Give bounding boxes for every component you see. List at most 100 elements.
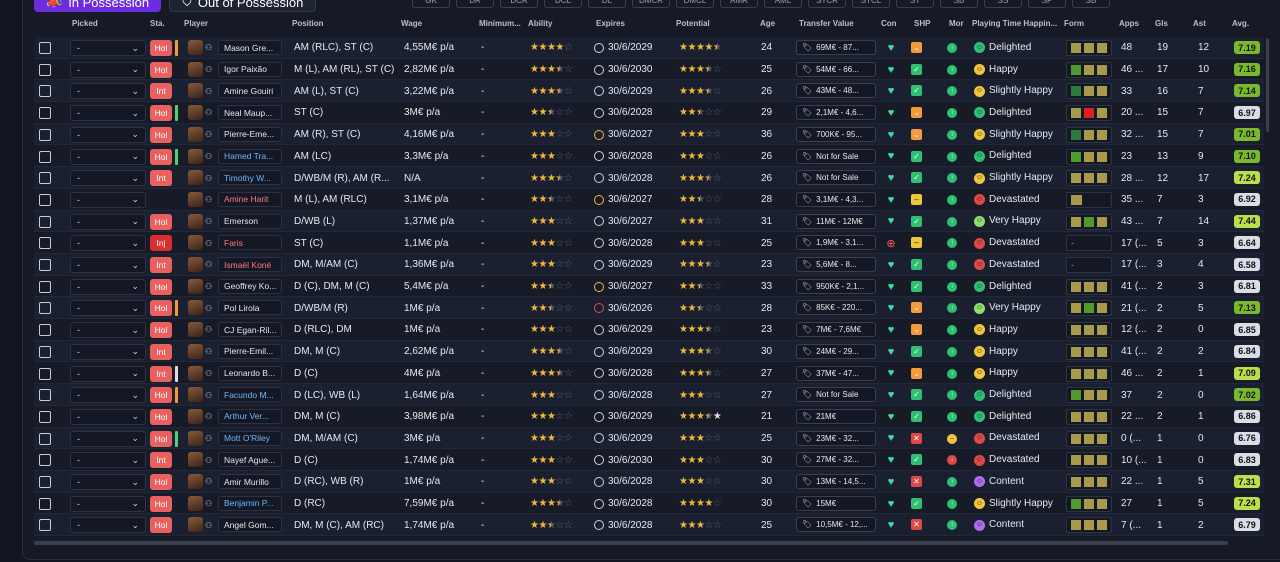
horizontal-scrollbar[interactable] <box>34 541 1228 545</box>
position-filter-chip[interactable]: STCL <box>852 0 890 8</box>
table-row[interactable]: - ⌄ Hol ⚇ Mott O'Riley DM, M/AM (C) 3M€ p/a - ★ ★… <box>34 427 1264 450</box>
player-name-link[interactable]: Igor Paixão <box>218 61 282 77</box>
player-name-link[interactable]: Mott O'Riley <box>218 430 282 446</box>
table-row[interactable]: - ⌄ Hol ⚇ Arthur Ver... DM, M (C) 3,98M€ p/a - ★… <box>34 405 1264 428</box>
transfer-value-pill[interactable]: 🏷 950K€ - 2,1... <box>796 278 876 294</box>
row-checkbox[interactable] <box>39 519 51 532</box>
player-name-link[interactable]: Timothy W... <box>218 170 282 186</box>
picked-dropdown[interactable]: - ⌄ <box>70 517 146 534</box>
player-name-link[interactable]: Angel Gom... <box>218 517 282 533</box>
player-name-link[interactable]: CJ Egan-Ril... <box>218 322 282 338</box>
table-row[interactable]: - ⌄ Hol ⚇ Hamed Tra... AM (LC) 3,3M€ p/a - ★ ★ ★ ☆ ☆… <box>34 145 1264 168</box>
transfer-value-pill[interactable]: 🏷 3,1M€ - 4,3... <box>796 191 876 207</box>
position-filter-chip[interactable]: DCL <box>544 0 582 8</box>
transfer-value-pill[interactable]: 🏷 24M€ - 29... <box>796 343 876 359</box>
row-checkbox[interactable] <box>39 367 51 380</box>
row-checkbox[interactable] <box>39 345 51 358</box>
player-name-link[interactable]: Ismaël Koné <box>218 257 282 272</box>
vertical-scrollbar[interactable] <box>1266 38 1269 132</box>
col-gls[interactable]: Gls <box>1155 19 1168 28</box>
position-filter-chip[interactable]: DMCR <box>632 0 670 8</box>
table-row[interactable]: - ⌄ Hol ⚇ Pierre-Eme... AM (R), ST (C) 4,16M€ … <box>34 123 1264 146</box>
row-checkbox[interactable] <box>39 172 51 185</box>
transfer-value-pill[interactable]: 🏷 15M€ <box>796 495 876 511</box>
picked-dropdown[interactable]: - ⌄ <box>70 343 146 360</box>
picked-dropdown[interactable]: - ⌄ <box>70 430 146 447</box>
col-ability[interactable]: Ability <box>528 19 552 28</box>
transfer-value-pill[interactable]: 🏷 Not for Sale <box>796 170 876 186</box>
col-form[interactable]: Form <box>1064 19 1084 28</box>
row-checkbox[interactable] <box>39 85 51 98</box>
table-row[interactable]: - ⌄ Hol ⚇ Mason Gre... AM (RLC), ST (C) 4,55M€… <box>34 37 1264 59</box>
table-row[interactable]: - ⌄ Int ⚇ Nayef Ague... D (C) 1,74M€ p/a - ★ ★ ★ ☆ ☆… <box>34 449 1264 471</box>
picked-dropdown[interactable]: - ⌄ <box>70 148 146 165</box>
col-wage[interactable]: Wage <box>401 19 422 28</box>
player-name-link[interactable]: Faris <box>218 235 282 251</box>
player-name-link[interactable]: Nayef Ague... <box>218 452 282 468</box>
col-shp[interactable]: SHP <box>914 19 930 28</box>
row-checkbox[interactable] <box>39 42 51 54</box>
col-position[interactable]: Position <box>292 19 324 28</box>
table-row[interactable]: - ⌄ Int ⚇ Timothy W... D/WB/M (R), AM (R... N/… <box>34 167 1264 189</box>
picked-dropdown[interactable]: - ⌄ <box>70 300 146 317</box>
tab-out-of-possession[interactable]: ⛉ Out of Possession <box>169 0 317 12</box>
transfer-value-pill[interactable]: 🏷 54M€ - 66... <box>796 61 876 77</box>
row-checkbox[interactable] <box>39 476 51 488</box>
position-filter-chip[interactable]: GK <box>412 0 450 8</box>
player-name-link[interactable]: Arthur Ver... <box>218 408 282 424</box>
row-checkbox[interactable] <box>39 107 51 120</box>
position-filter-chip[interactable]: SS <box>984 0 1022 8</box>
table-row[interactable]: - ⌄ Inj ⚇ Faris ST (C) 1,1M€ p/a - ★ ★ ★ ☆ ☆ 30/6/202… <box>34 232 1264 254</box>
transfer-value-pill[interactable]: 🏷 5,6M€ - 8... <box>796 257 876 272</box>
picked-dropdown[interactable]: - ⌄ <box>70 61 146 78</box>
player-name-link[interactable]: Emerson <box>218 213 282 229</box>
picked-dropdown[interactable]: - ⌄ <box>70 495 146 512</box>
transfer-value-pill[interactable]: 🏷 Not for Sale <box>796 148 876 164</box>
player-name-link[interactable]: Hamed Tra... <box>218 148 282 164</box>
table-row[interactable]: - ⌄ Hol ⚇ Angel Gom... DM, M (C), AM (RC) 1,74… <box>34 514 1264 537</box>
picked-dropdown[interactable]: - ⌄ <box>70 105 146 122</box>
position-filter-chip[interactable]: SB <box>940 0 978 8</box>
transfer-value-pill[interactable]: 🏷 11M€ - 12M€ <box>796 213 876 229</box>
row-checkbox[interactable] <box>39 454 51 467</box>
position-filter-chip[interactable]: DMCL <box>676 0 714 8</box>
position-filter-chip[interactable]: SB <box>1072 0 1110 8</box>
transfer-value-pill[interactable]: 🏷 1,9M€ - 3,1... <box>796 235 876 251</box>
table-row[interactable]: - ⌄ Hol ⚇ Igor Paixão M (L), AM (RL), ST (C) 2… <box>34 58 1264 81</box>
picked-dropdown[interactable]: - ⌄ <box>70 408 146 425</box>
table-row[interactable]: - ⌄ Hol ⚇ Pol Lirola D/WB/M (R) 1M€ p/a - ★ ★ ★ ☆ ☆ 3… <box>34 297 1264 320</box>
transfer-value-pill[interactable]: 🏷 69M€ - 87... <box>796 40 876 55</box>
transfer-value-pill[interactable]: 🏷 7M€ - 7,6M€ <box>796 322 876 338</box>
table-row[interactable]: - ⌄ Hol ⚇ CJ Egan-Ril... D (RLC), DM 1M€ p/a - ★… <box>34 319 1264 341</box>
player-name-link[interactable]: Facundo M... <box>218 387 282 403</box>
row-checkbox[interactable] <box>39 237 51 250</box>
table-row[interactable]: - ⌄ Hol ⚇ Benjamin P... D (RC) 7,59M€ p/a - ★ ★ ★ ★… <box>34 492 1264 515</box>
table-row[interactable]: - ⌄ Int ⚇ Amine Gouiri AM (L), ST (C) 3,22M€ p… <box>34 80 1264 103</box>
col-con[interactable]: Con <box>881 19 897 28</box>
player-name-link[interactable]: Amine Harit <box>218 191 282 207</box>
position-filter-chip[interactable]: DR <box>456 0 494 8</box>
row-checkbox[interactable] <box>39 497 51 510</box>
col-apps[interactable]: Apps <box>1119 19 1139 28</box>
col-ast[interactable]: Ast <box>1193 19 1206 28</box>
col-playing-time[interactable]: Playing Time Happin... <box>972 19 1057 28</box>
table-row[interactable]: - ⌄ Int ⚇ Ismaël Koné DM, M/AM (C) 1,36M€ p/a -… <box>34 254 1264 276</box>
picked-dropdown[interactable]: - ⌄ <box>70 257 146 273</box>
player-name-link[interactable]: Pierre-Emil... <box>218 343 282 359</box>
position-filter-chip[interactable]: STCR <box>808 0 846 8</box>
col-transfer-value[interactable]: Transfer Value <box>799 19 854 28</box>
table-row[interactable]: - ⌄ Hol ⚇ Amir Murillo D (RC), WB (R) 1M€ p/a -… <box>34 471 1264 493</box>
table-row[interactable]: - ⌄ Int ⚇ Leonardo B... D (C) 4M€ p/a - ★ ★ ★ ★ ☆ 30/… <box>34 362 1264 385</box>
col-picked[interactable]: Picked <box>72 19 98 28</box>
player-name-link[interactable]: Geoffrey Ko... <box>218 278 282 294</box>
position-filter-chip[interactable]: DL <box>588 0 626 8</box>
picked-dropdown[interactable]: - ⌄ <box>70 40 146 56</box>
player-name-link[interactable]: Pierre-Eme... <box>218 126 282 142</box>
picked-dropdown[interactable]: - ⌄ <box>70 474 146 490</box>
transfer-value-pill[interactable]: 🏷 2,1M€ - 4,6... <box>796 105 876 121</box>
transfer-value-pill[interactable]: 🏷 43M€ - 48... <box>796 83 876 99</box>
position-filter-chip[interactable]: AMR <box>720 0 758 8</box>
row-checkbox[interactable] <box>39 215 51 228</box>
position-filter-chip[interactable]: ST <box>896 0 934 8</box>
player-name-link[interactable]: Benjamin P... <box>218 495 282 511</box>
